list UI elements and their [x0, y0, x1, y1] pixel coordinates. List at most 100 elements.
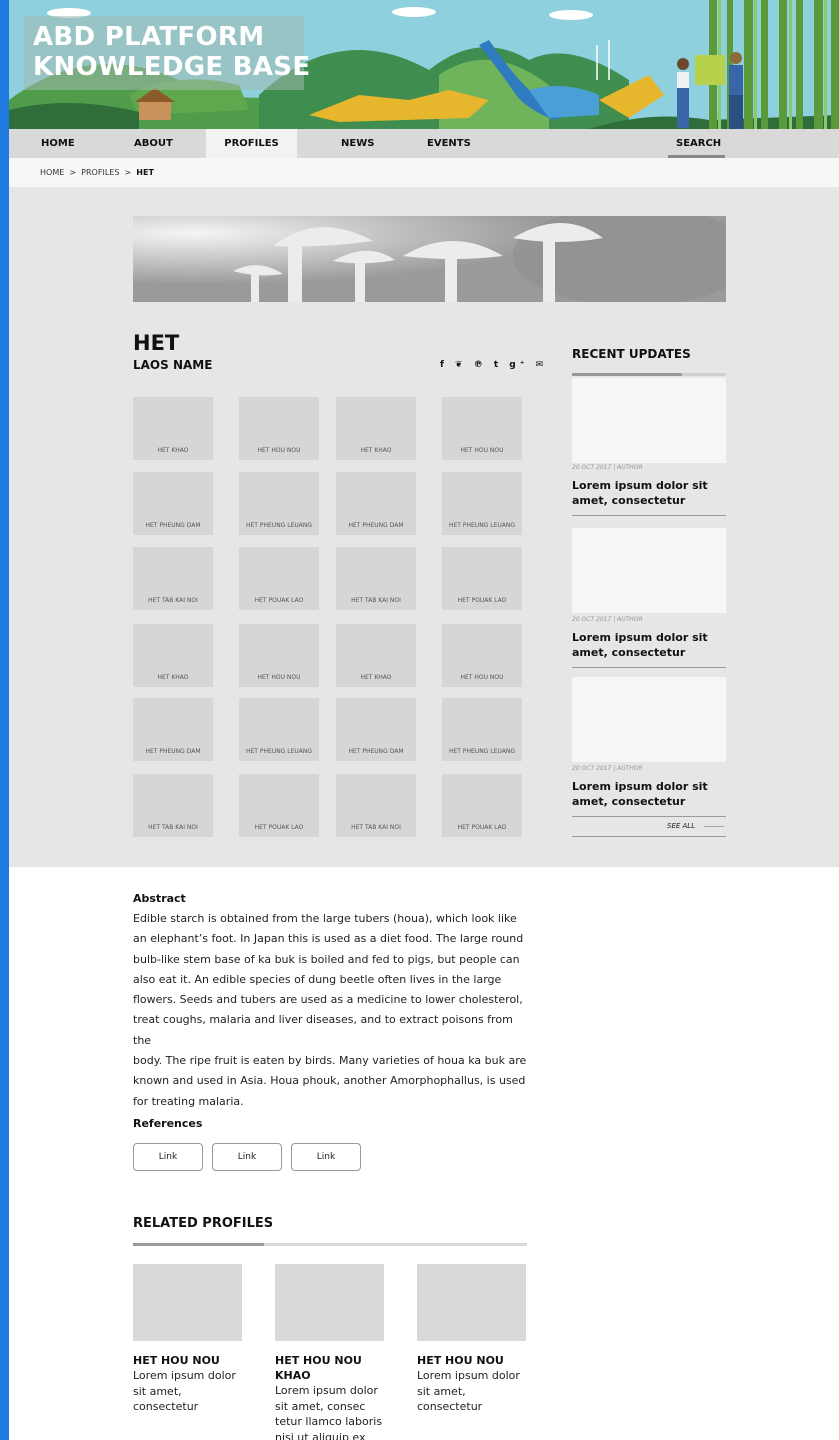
profile-tile-label: HET PHEUNG LEUANG [449, 522, 515, 529]
profile-tile[interactable]: HET PHEUNG DAM [336, 472, 416, 535]
left-accent-strip [0, 0, 9, 1440]
recent-update-headline[interactable]: Lorem ipsum dolor sit amet, consectetur [572, 630, 726, 660]
related-profile-desc-line: Lorem ipsum dolor [133, 1369, 236, 1382]
profile-tile-label: HET KHAO [157, 674, 189, 681]
related-profile-title[interactable]: HET HOU NOU [417, 1353, 527, 1368]
recent-update-headline[interactable]: Lorem ipsum dolor sit amet, consectetur [572, 779, 726, 809]
profile-tile[interactable]: HET PHEUNG DAM [133, 472, 213, 535]
profile-tile[interactable]: HET HOU NOU [442, 624, 522, 687]
related-profile-description: Lorem ipsum dolor sit amet, consectetur [417, 1368, 527, 1415]
profile-tile[interactable]: HET HOU NOU [442, 397, 522, 460]
related-profile-desc-line: Lorem ipsum dolor [275, 1384, 378, 1397]
recent-update-headline-line2: amet, consectetur [572, 795, 686, 808]
profile-tile[interactable]: HET KHAO [336, 624, 416, 687]
profile-tile-label: HET TAB KAI NOI [148, 824, 198, 831]
profile-tile[interactable]: HET KHAO [133, 624, 213, 687]
recent-updates-title: RECENT UPDATES [572, 347, 691, 361]
breadcrumb-home[interactable]: HOME [40, 168, 64, 177]
profile-tile[interactable]: HET PHEUNG LEUANG [442, 698, 522, 761]
profile-tile-label: HET PHEUNG DAM [145, 748, 201, 755]
recent-update-image[interactable] [572, 677, 726, 762]
related-profile-desc-line: sit amet, [133, 1384, 182, 1398]
profile-tile[interactable]: HET KHAO [336, 397, 416, 460]
nav-home[interactable]: HOME [41, 129, 75, 158]
profile-tile[interactable]: HET HOU NOU [239, 397, 319, 460]
nav-news[interactable]: NEWS [341, 129, 374, 158]
profile-tile[interactable]: HET PHEUNG LEUANG [239, 698, 319, 761]
profile-tile[interactable]: HET HOU NOU [239, 624, 319, 687]
related-profiles-bar [133, 1243, 527, 1246]
profile-tile[interactable]: HET TAB KAI NOI [133, 547, 213, 610]
related-profile-image[interactable] [133, 1264, 242, 1341]
recent-update-headline[interactable]: Lorem ipsum dolor sit amet, consectetur [572, 478, 726, 508]
recent-update-meta: 20 OCT 2017 | AUTHOR [572, 765, 643, 772]
profile-tile-label: HET POUAK LAO [254, 597, 304, 604]
related-profile-image[interactable] [275, 1264, 384, 1341]
recent-updates-bar [572, 373, 726, 376]
related-profile-title-line2: KHAO [275, 1369, 311, 1382]
profile-tile[interactable]: HET TAB KAI NOI [336, 774, 416, 837]
related-profile-image[interactable] [417, 1264, 526, 1341]
related-profile-desc-line: consectetur [133, 1400, 199, 1413]
profile-tile-label: HET TAB KAI NOI [351, 824, 401, 831]
related-profile-desc-line: nisi ut aliquip ex [275, 1430, 366, 1440]
reference-link-button[interactable]: Link [212, 1143, 282, 1171]
profile-title: HET [133, 331, 180, 355]
reference-link-button[interactable]: Link [133, 1143, 203, 1171]
abstract-text: Edible starch is obtained from the large… [133, 909, 533, 1112]
related-profile-title[interactable]: HET HOU NOU KHAO [275, 1353, 385, 1383]
related-profile-title-line1: HET HOU NOU [275, 1354, 362, 1367]
share-glyphs[interactable]: f ❦ ℗ t g⁺ ✉ [440, 360, 547, 370]
profile-tile[interactable]: HET POUAK LAO [239, 774, 319, 837]
nav-events[interactable]: EVENTS [427, 129, 471, 158]
profile-tile[interactable]: HET PHEUNG DAM [336, 698, 416, 761]
breadcrumb-current: HET [136, 168, 154, 177]
breadcrumb-profiles[interactable]: PROFILES [81, 168, 119, 177]
profile-tile-label: HET TAB KAI NOI [351, 597, 401, 604]
hero-mushroom-image [133, 216, 726, 302]
profile-tile[interactable]: HET KHAO [133, 397, 213, 460]
related-profiles-heading: RELATED PROFILES [133, 1216, 274, 1231]
nav-about[interactable]: ABOUT [134, 129, 173, 158]
profile-tile[interactable]: HET PHEUNG LEUANG [442, 472, 522, 535]
related-profile-desc-line: tetur llamco laboris [275, 1415, 383, 1428]
profile-tile[interactable]: HET POUAK LAO [442, 547, 522, 610]
related-profile-description: Lorem ipsum dolor sit amet, consec tetur… [275, 1383, 385, 1440]
recent-update-image[interactable] [572, 378, 726, 463]
profile-tile[interactable]: HET PHEUNG LEUANG [239, 472, 319, 535]
breadcrumb-separator: > [69, 168, 77, 177]
profile-tile-label: HET HOU NOU [460, 674, 504, 681]
profile-tile-label: HET PHEUNG LEUANG [246, 522, 312, 529]
recent-update-meta: 20 OCT 2017 | AUTHOR [572, 464, 643, 471]
profile-subtitle: LAOS NAME [133, 358, 213, 372]
see-all-link[interactable]: SEE ALL [667, 822, 695, 830]
site-title[interactable]: ABD PLATFORM KNOWLEDGE BASE [33, 22, 310, 82]
share-icons: f ❦ ℗ t g⁺ ✉ [440, 360, 547, 370]
abstract-line: an elephant’s foot. In Japan this is use… [133, 932, 524, 946]
profile-tile[interactable]: HET POUAK LAO [442, 774, 522, 837]
profile-tile-label: HET KHAO [157, 447, 189, 454]
abstract-line: known and used in Asia. Houa phouk, anot… [133, 1074, 526, 1088]
profile-tile[interactable]: HET TAB KAI NOI [133, 774, 213, 837]
recent-update-image[interactable] [572, 528, 726, 613]
abstract-line: flowers. Seeds and tubers are used as a … [133, 993, 523, 1007]
abstract-line: body. The ripe fruit is eaten by birds. … [133, 1054, 527, 1068]
abstract-line: Edible starch is obtained from the large… [133, 912, 517, 925]
nav-search[interactable]: SEARCH [676, 129, 721, 158]
divider [572, 816, 726, 817]
profile-tile[interactable]: HET PHEUNG DAM [133, 698, 213, 761]
profile-tile-label: HET POUAK LAO [457, 824, 507, 831]
reference-link-button[interactable]: Link [291, 1143, 361, 1171]
recent-update-headline-line2: amet, consectetur [572, 646, 686, 659]
nav-profiles[interactable]: PROFILES [206, 129, 297, 158]
profile-tile-label: HET POUAK LAO [254, 824, 304, 831]
profile-tile[interactable]: HET TAB KAI NOI [336, 547, 416, 610]
recent-update-headline-line1: Lorem ipsum dolor sit [572, 479, 708, 492]
related-profile-title[interactable]: HET HOU NOU [133, 1353, 243, 1368]
recent-update-meta: 20 OCT 2017 | AUTHOR [572, 616, 643, 623]
divider [572, 836, 726, 837]
profile-tile[interactable]: HET POUAK LAO [239, 547, 319, 610]
profile-tile-label: HET HOU NOU [257, 447, 301, 454]
profile-tile-label: HET PHEUNG LEUANG [246, 748, 312, 755]
abstract-line: for treating malaria. [133, 1094, 244, 1108]
